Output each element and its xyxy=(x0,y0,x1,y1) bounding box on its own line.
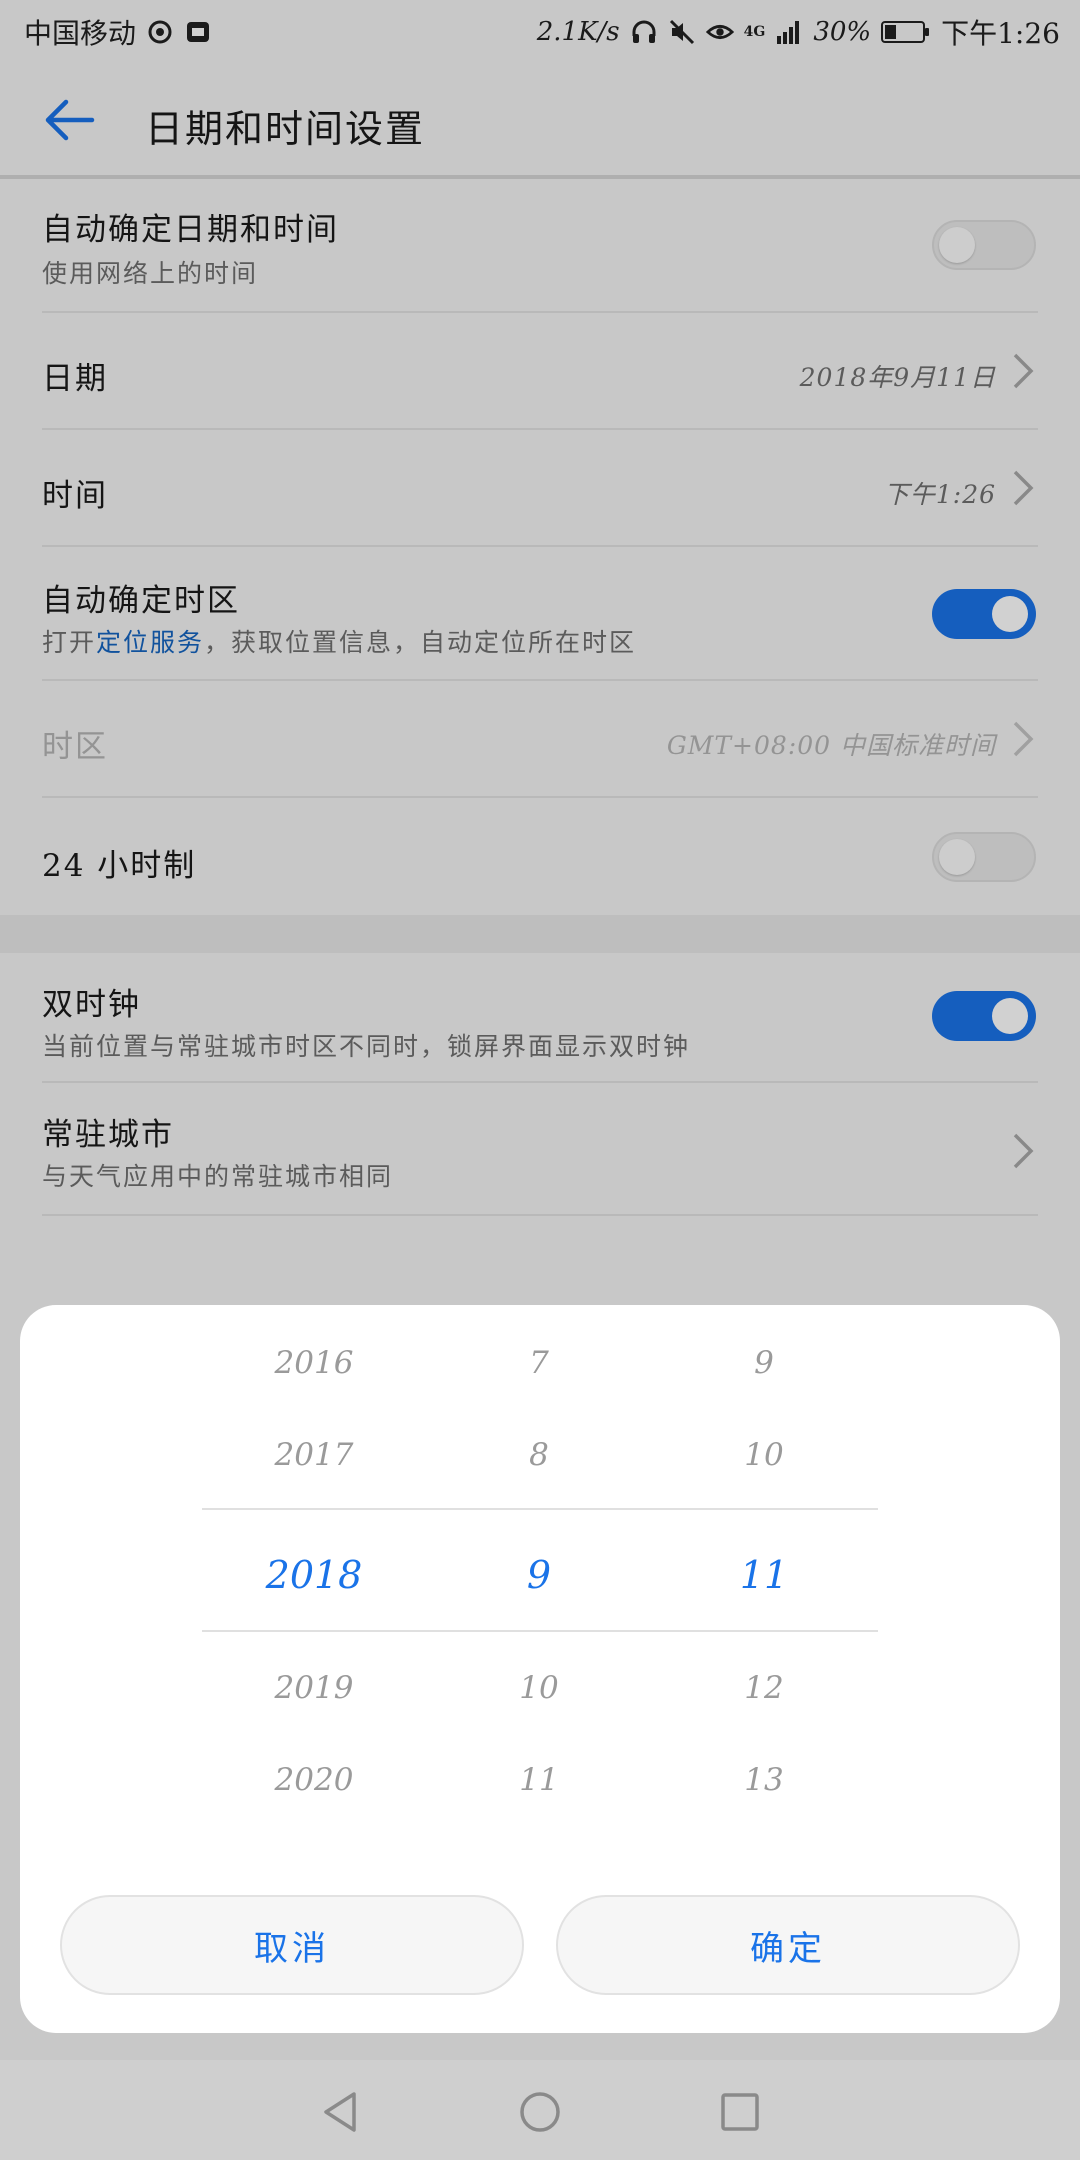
month-option[interactable]: 11 xyxy=(439,1762,639,1798)
year-option[interactable]: 2020 xyxy=(214,1762,414,1798)
year-option[interactable]: 2016 xyxy=(214,1345,414,1381)
month-selected[interactable]: 9 xyxy=(439,1553,639,1597)
back-triangle-icon[interactable] xyxy=(318,2090,362,2134)
confirm-button[interactable]: 确定 xyxy=(556,1895,1020,1995)
year-option[interactable]: 2019 xyxy=(214,1670,414,1706)
month-option[interactable]: 10 xyxy=(439,1670,639,1706)
navigation-bar xyxy=(0,2060,1080,2160)
recents-square-icon[interactable] xyxy=(718,2090,762,2134)
year-selected[interactable]: 2018 xyxy=(214,1553,414,1597)
day-option[interactable]: 13 xyxy=(664,1762,864,1798)
month-option[interactable]: 7 xyxy=(439,1345,639,1381)
year-option[interactable]: 2017 xyxy=(214,1437,414,1473)
day-option[interactable]: 12 xyxy=(664,1670,864,1706)
selection-line-top xyxy=(202,1508,878,1510)
day-option[interactable]: 10 xyxy=(664,1437,864,1473)
selection-line-bottom xyxy=(202,1630,878,1632)
day-option[interactable]: 9 xyxy=(664,1345,864,1381)
date-picker-dialog: 2016 2017 2018 2019 2020 7 8 9 10 11 9 1… xyxy=(20,1305,1060,2033)
cancel-button[interactable]: 取消 xyxy=(60,1895,524,1995)
day-selected[interactable]: 11 xyxy=(664,1553,864,1597)
home-circle-icon[interactable] xyxy=(518,2090,562,2134)
month-option[interactable]: 8 xyxy=(439,1437,639,1473)
settings-screen: 中国移动 2.1K/s 4G 30% 下午1:26 日期和时间设置 自动确定日期… xyxy=(0,0,1080,2160)
